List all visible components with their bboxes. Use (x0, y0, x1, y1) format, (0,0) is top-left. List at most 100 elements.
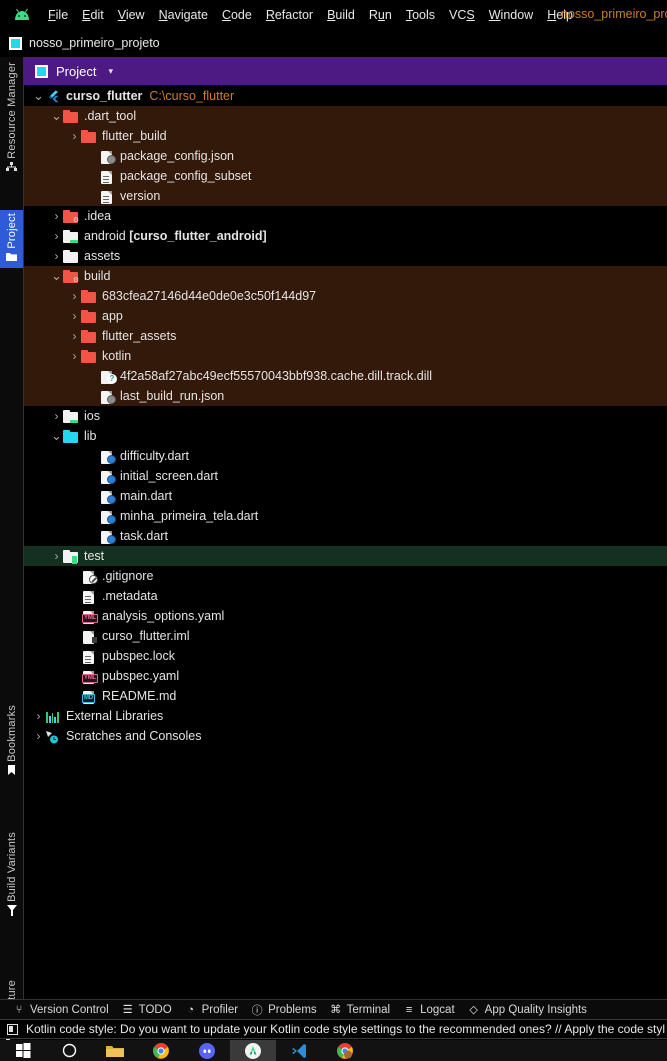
tool-window-button-todo[interactable]: ☰ TODO (122, 1003, 172, 1017)
android-logo-icon[interactable] (11, 4, 33, 26)
tree-row[interactable]: YML analysis_options.yaml (24, 606, 667, 626)
tree-row-label: ios (84, 409, 100, 423)
chevron-right-icon[interactable]: › (50, 246, 63, 266)
tool-window-button-problems[interactable]: ⓘ Problems (251, 1002, 317, 1018)
chevron-down-icon[interactable]: ⌄ (50, 269, 63, 283)
unknown-file-icon: ? (99, 368, 117, 384)
menu-item-build[interactable]: Build (320, 6, 362, 24)
tree-row[interactable]: › android [curso_flutter_android] (24, 226, 667, 246)
chevron-right-icon[interactable]: › (68, 346, 81, 366)
tree-row[interactable]: .metadata (24, 586, 667, 606)
notification-bar[interactable]: Kotlin code style: Do you want to update… (0, 1019, 667, 1039)
menu-item-refactor[interactable]: Refactor (259, 6, 320, 24)
menu-item-code[interactable]: Code (215, 6, 259, 24)
chevron-right-icon[interactable]: › (50, 226, 63, 246)
tool-window-button-logcat[interactable]: ≡ Logcat (403, 1004, 455, 1016)
chrome-profile-icon[interactable] (322, 1040, 368, 1061)
tree-row[interactable]: › ⚙ .idea (24, 206, 667, 226)
tree-row[interactable]: last_build_run.json (24, 386, 667, 406)
tree-row[interactable]: › Scratches and Consoles (24, 726, 667, 746)
tool-window-button-label: Version Control (30, 1003, 109, 1016)
tree-row[interactable]: difficulty.dart (24, 446, 667, 466)
tree-row[interactable]: pubspec.lock (24, 646, 667, 666)
tool-window-button-terminal[interactable]: ⌘ Terminal (330, 1003, 391, 1017)
chevron-right-icon[interactable]: › (32, 726, 45, 746)
menu-item-window[interactable]: Window (482, 6, 540, 24)
chevron-right-icon[interactable]: › (50, 206, 63, 226)
tree-row[interactable]: package_config.json (24, 146, 667, 166)
android-studio-icon[interactable] (230, 1040, 276, 1061)
chrome-icon[interactable] (138, 1040, 184, 1061)
tool-window-button-app-quality-insights[interactable]: ◇ App Quality Insights (468, 1003, 587, 1017)
menu-item-vcs[interactable]: VCS (442, 6, 482, 24)
tree-row[interactable]: › ios (24, 406, 667, 426)
tree-row[interactable]: ? 4f2a58af27abc49ecf55570043bbf938.cache.… (24, 366, 667, 386)
chevron-right-icon[interactable]: › (68, 126, 81, 146)
chevron-right-icon[interactable]: › (50, 406, 63, 426)
chevron-right-icon[interactable]: › (68, 286, 81, 306)
chevron-right-icon[interactable]: › (50, 546, 63, 566)
tree-row[interactable]: MD README.md (24, 686, 667, 706)
tree-row[interactable]: ⌄ ⚙ build (24, 266, 667, 286)
chevron-right-icon[interactable]: › (32, 706, 45, 726)
tree-row-label: version (120, 189, 161, 203)
tree-row[interactable]: .gitignore (24, 566, 667, 586)
chevron-down-icon[interactable]: ▾ (108, 66, 113, 77)
file-explorer-icon[interactable] (92, 1040, 138, 1061)
folder-red-icon (81, 128, 97, 144)
tool-window-button-profiler[interactable]: ◔ Profiler (185, 1004, 238, 1016)
chevron-down-icon[interactable]: ⌄ (50, 429, 63, 443)
menu-item-run[interactable]: Run (362, 6, 399, 24)
chevron-right-icon[interactable]: › (68, 306, 81, 326)
sidebar-item-project[interactable]: Project (0, 210, 23, 268)
chevron-right-icon[interactable]: › (68, 326, 81, 346)
menu-item-file[interactable]: File (41, 6, 75, 24)
chevron-down-icon[interactable]: ⌄ (50, 109, 63, 123)
tree-row[interactable]: task.dart (24, 526, 667, 546)
tree-row[interactable]: ⌄ lib (24, 426, 667, 446)
tree-row[interactable]: › kotlin (24, 346, 667, 366)
problems-warning-icon: ⓘ (251, 1004, 263, 1017)
tree-row[interactable]: package_config_subset (24, 166, 667, 186)
tree-row[interactable]: › test (24, 546, 667, 566)
menu-item-tools[interactable]: Tools (399, 6, 442, 24)
vscode-icon[interactable] (276, 1040, 322, 1061)
tree-row[interactable]: version (24, 186, 667, 206)
tree-row[interactable]: ⌄ curso_flutter C:\curso_flutter (24, 86, 667, 106)
discord-icon[interactable] (184, 1040, 230, 1061)
tree-row[interactable]: › flutter_build (24, 126, 667, 146)
start-button-icon[interactable] (0, 1040, 46, 1061)
chevron-down-icon[interactable]: ⌄ (32, 89, 45, 103)
tree-row-label: minha_primeira_tela.dart (120, 509, 259, 523)
menu-item-navigate[interactable]: Navigate (152, 6, 215, 24)
tool-window-button-label: Terminal (346, 1003, 391, 1016)
tree-row[interactable]: curso_flutter.iml (24, 626, 667, 646)
sidebar-item-bookmarks[interactable]: Bookmarks (0, 702, 23, 782)
dart-file-icon (99, 528, 116, 544)
project-tree[interactable]: ⌄ curso_flutter C:\curso_flutter ⌄ .dart_too… (24, 86, 667, 999)
tree-row[interactable]: › app (24, 306, 667, 326)
sidebar-item-build-variants[interactable]: Build Variants (0, 829, 23, 922)
tool-window-button-version-control[interactable]: ⑂ Version Control (13, 1004, 109, 1016)
search-icon[interactable] (46, 1040, 92, 1061)
tree-row[interactable]: › 683cfea27146d44e0de0e3c50f144d97 (24, 286, 667, 306)
menu-item-view[interactable]: View (111, 6, 152, 24)
tree-row[interactable]: ⌄ .dart_tool (24, 106, 667, 126)
tree-row[interactable]: › assets (24, 246, 667, 266)
tree-row[interactable]: › External Libraries (24, 706, 667, 726)
tree-row[interactable]: YML pubspec.yaml (24, 666, 667, 686)
yaml-file-icon: YML (81, 668, 98, 684)
sidebar-item-resource-manager[interactable]: Resource Manager (0, 59, 23, 179)
tree-row[interactable]: › flutter_assets (24, 326, 667, 346)
menu-item-edit[interactable]: Edit (75, 6, 111, 24)
sidebar-item-label: Build Variants (5, 832, 18, 902)
project-module-icon (9, 36, 22, 50)
tree-row[interactable]: initial_screen.dart (24, 466, 667, 486)
tree-row[interactable]: minha_primeira_tela.dart (24, 506, 667, 526)
tree-row[interactable]: main.dart (24, 486, 667, 506)
